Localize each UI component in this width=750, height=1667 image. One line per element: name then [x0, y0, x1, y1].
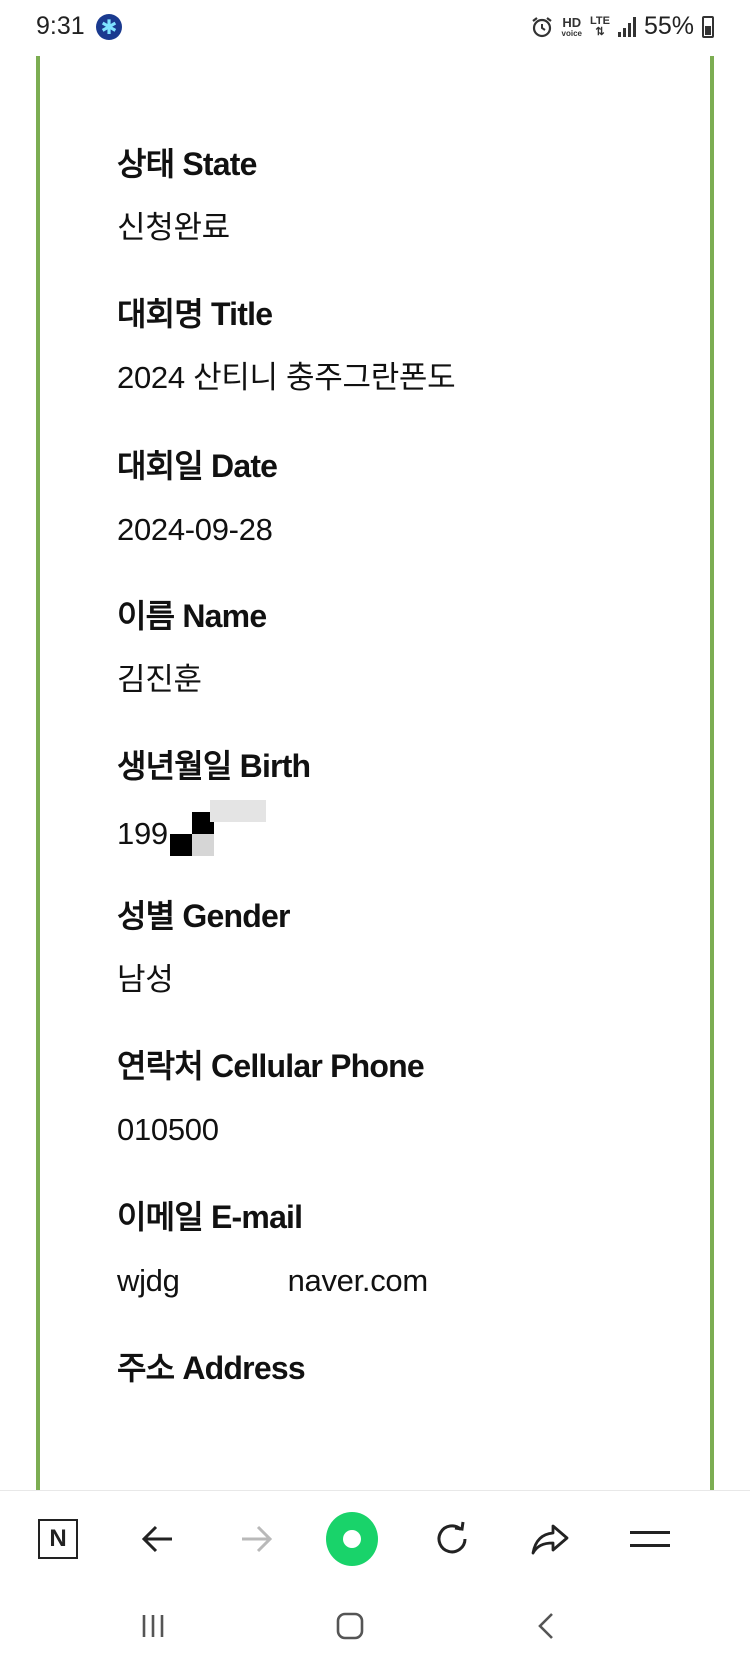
- system-back-button[interactable]: [522, 1604, 572, 1648]
- field-state: 상태 State 신청완료: [117, 146, 257, 246]
- signal-icon: [617, 16, 636, 37]
- green-dot-button[interactable]: [326, 1512, 378, 1566]
- app-notification-icon: ✱: [96, 14, 122, 40]
- field-value: 199: [117, 812, 214, 856]
- redaction-mosaic: [169, 812, 214, 856]
- refresh-icon: [437, 1521, 467, 1554]
- redaction-overlay: [210, 800, 266, 822]
- alarm-icon: [531, 16, 552, 37]
- system-nav-bar: [0, 1586, 750, 1667]
- field-label: 연락처 Cellular Phone: [117, 1048, 425, 1084]
- field-label: 생년월일 Birth: [117, 748, 311, 784]
- field-phone: 연락처 Cellular Phone 010500: [117, 1048, 425, 1148]
- field-value: 2024-09-28: [117, 512, 273, 547]
- naver-icon: N: [38, 1519, 78, 1559]
- menu-line: [630, 1544, 670, 1547]
- forward-button[interactable]: [230, 1513, 282, 1565]
- share-button[interactable]: [524, 1513, 576, 1565]
- application-details-panel: 상태 State 신청완료 대회명 Title 2024 산티니 충주그란폰도 …: [36, 56, 714, 1490]
- field-label: 대회명 Title: [117, 296, 273, 332]
- battery-icon: [702, 15, 714, 38]
- field-value: 남성: [117, 962, 174, 997]
- field-value: 010500: [117, 1112, 219, 1147]
- arrow-right-icon: [242, 1525, 273, 1553]
- field-name: 이름 Name 김진훈: [117, 598, 267, 698]
- home-icon: [336, 1612, 364, 1640]
- refresh-button[interactable]: [426, 1513, 478, 1565]
- status-right-icons: HD voice LTE ⇅ 55%: [530, 12, 714, 41]
- naver-home-button[interactable]: N: [32, 1513, 84, 1565]
- hd-voice-icon: HD voice: [561, 14, 582, 38]
- field-address: 주소 Address: [117, 1350, 306, 1386]
- menu-button[interactable]: [624, 1513, 676, 1565]
- field-value: wjdg naver.com: [117, 1263, 428, 1299]
- email-visible-start: wjdg: [117, 1263, 180, 1298]
- green-dot-icon: [326, 1512, 378, 1566]
- menu-line: [630, 1531, 670, 1534]
- recent-apps-icon: [142, 1615, 164, 1637]
- field-value: 김진훈: [117, 662, 202, 697]
- field-email: 이메일 E-mail wjdg naver.com: [117, 1199, 428, 1299]
- recent-apps-button[interactable]: [128, 1604, 178, 1648]
- birth-visible-digits: 199: [117, 816, 168, 851]
- chevron-left-icon: [538, 1613, 553, 1639]
- share-arrow-icon: [531, 1524, 569, 1555]
- lte-icon: LTE ⇅: [589, 15, 610, 38]
- field-label: 대회일 Date: [117, 448, 278, 484]
- field-title: 대회명 Title 2024 산티니 충주그란폰도: [117, 296, 456, 396]
- field-gender: 성별 Gender 남성: [117, 898, 290, 998]
- field-value: 2024 산티니 충주그란폰도: [117, 360, 456, 395]
- status-bar: 9:31 ✱ HD voice LTE ⇅ 55%: [0, 0, 750, 56]
- status-time: 9:31: [36, 12, 85, 40]
- field-value: 신청완료: [117, 210, 230, 245]
- back-button[interactable]: [132, 1513, 184, 1565]
- battery-percent: 55%: [643, 12, 694, 40]
- field-label: 상태 State: [117, 146, 257, 182]
- home-button[interactable]: [325, 1604, 375, 1648]
- field-date: 대회일 Date 2024-09-28: [117, 448, 278, 548]
- browser-toolbar: N: [0, 1490, 750, 1586]
- email-visible-end: naver.com: [287, 1263, 429, 1298]
- arrow-left-icon: [141, 1525, 172, 1553]
- field-label: 주소 Address: [117, 1350, 306, 1386]
- field-label: 성별 Gender: [117, 898, 290, 934]
- field-label: 이메일 E-mail: [117, 1199, 303, 1235]
- field-label: 이름 Name: [117, 598, 267, 634]
